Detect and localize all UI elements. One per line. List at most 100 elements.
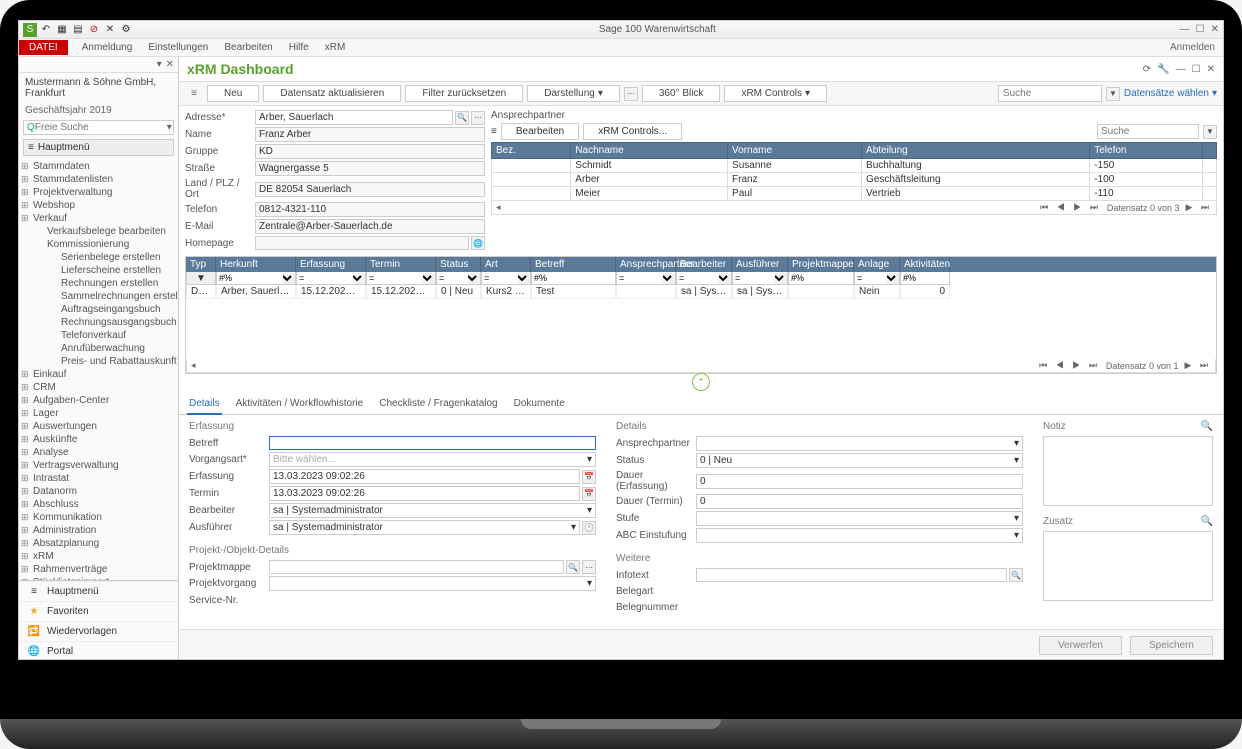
lookup-icon[interactable]: 🔍 (1009, 568, 1023, 582)
menu-hilfe[interactable]: Hilfe (281, 40, 317, 55)
tree-node[interactable]: Rahmenverträge (19, 563, 178, 576)
maximize-icon[interactable]: ☐ (1196, 24, 1205, 35)
tree-node[interactable]: Administration (19, 524, 178, 537)
tree-child[interactable]: Sammelrechnungen erstellen (19, 290, 178, 303)
stufe-select[interactable]: ▾ (696, 511, 1023, 526)
projektvorgang-select[interactable]: ▾ (269, 576, 596, 591)
status-select[interactable]: 0 | Neu▾ (696, 453, 1023, 468)
sidebar-mainmenu-header[interactable]: ≡ Hauptmenü (23, 139, 174, 156)
qat-icon-1[interactable]: ↶ (39, 23, 53, 37)
erfassung-field[interactable]: 13.03.2023 09:02:26 (269, 469, 580, 484)
tree-node[interactable]: Datanorm (19, 485, 178, 498)
filter-input[interactable] (901, 272, 949, 284)
qat-icon-6[interactable]: ⚙ (119, 23, 133, 37)
col-projektmappe[interactable]: Projektmappe (788, 257, 854, 272)
chevron-down-icon[interactable]: ▾ (167, 122, 172, 133)
pager-end-icons[interactable]: ▶ ⏭ (1185, 202, 1212, 213)
reset-filter-button[interactable]: Filter zurücksetzen (405, 85, 523, 102)
qat-icon-4[interactable]: ⊘ (87, 23, 101, 37)
tree-child[interactable]: Rechnungen erstellen (19, 277, 178, 290)
minimize-icon[interactable]: — (1180, 24, 1190, 35)
close-icon[interactable]: ✕ (1211, 24, 1219, 35)
tree-node[interactable]: Aufgaben-Center (19, 394, 178, 407)
sidebar-close-icon[interactable]: ✕ (166, 59, 174, 70)
tree-child[interactable]: Lieferscheine erstellen (19, 264, 178, 277)
infotext-field[interactable] (696, 568, 1007, 582)
tree-node[interactable]: Absatzplanung (19, 537, 178, 550)
grid-data-row[interactable]: D… Arber, Sauerlach 15.12.2022 09:23:13 … (186, 285, 1216, 299)
col-ansprechpartner[interactable]: Ansprechpartner (616, 257, 676, 272)
bearbeiter-select[interactable]: sa | Systemadministrator▾ (269, 503, 596, 518)
filter-icon[interactable]: ▼ (1106, 87, 1120, 101)
tree-node[interactable]: Intrastat (19, 472, 178, 485)
tree-node[interactable]: Analyse (19, 446, 178, 459)
minimize-panel-icon[interactable]: — (1176, 64, 1186, 75)
table-row[interactable]: ArberFranzGeschäftsleitung-100 (492, 173, 1217, 187)
col-bez[interactable]: Bez. (492, 143, 571, 159)
login-link[interactable]: Anmelden (1162, 40, 1223, 55)
tree-child[interactable]: Telefonverkauf (19, 329, 178, 342)
filter-input[interactable] (482, 272, 518, 284)
bottom-nav-favoriten[interactable]: ★Favoriten (19, 601, 178, 621)
wrench-icon[interactable]: 🔧 (1157, 64, 1169, 75)
toolbar-search-input[interactable] (1000, 87, 1100, 100)
tree-child[interactable]: Preis- und Rabattauskunft Kunde / Artike… (19, 355, 178, 368)
dauer-erf-field[interactable]: 0 (696, 474, 1023, 489)
ellipsis-button[interactable]: ⋯ (624, 87, 638, 101)
tree-node[interactable]: CRM (19, 381, 178, 394)
tree-node[interactable]: Webshop (19, 199, 178, 212)
ausfuehrer-select[interactable]: sa | Systemadministrator▾ (269, 520, 580, 535)
search-icon[interactable]: 🔍 (1201, 421, 1213, 432)
search-icon[interactable]: 🔍 (1201, 516, 1213, 527)
edit-contact-button[interactable]: Bearbeiten (501, 123, 579, 140)
bottom-nav-hauptmenu[interactable]: ≡Hauptmenü (19, 581, 178, 601)
adresse-field[interactable]: Arber, Sauerlach (255, 110, 453, 125)
refresh-icon[interactable]: ⟳ (1143, 64, 1151, 75)
zusatz-textarea[interactable] (1043, 531, 1213, 601)
col-bearbeiter[interactable]: Bearbeiter (676, 257, 732, 272)
maximize-panel-icon[interactable]: ☐ (1192, 64, 1201, 75)
filter-input[interactable] (367, 272, 423, 284)
sidebar-search[interactable]: Q ▾ (23, 120, 174, 135)
betreff-input[interactable] (269, 436, 596, 450)
hamburger-icon[interactable]: ≡ (491, 126, 497, 137)
lookup-icon[interactable]: 🔍 (566, 560, 580, 574)
menu-einstellungen[interactable]: Einstellungen (140, 40, 216, 55)
menu-xrm[interactable]: xRM (317, 40, 354, 55)
360-view-button[interactable]: 360° Blick (642, 85, 721, 102)
calendar-icon[interactable]: 📅 (582, 470, 596, 484)
filter-input[interactable] (297, 272, 353, 284)
qat-icon-5[interactable]: ✕ (103, 23, 117, 37)
filter-input[interactable] (855, 272, 887, 284)
view-dropdown[interactable]: Darstellung▾ (527, 85, 620, 102)
col-status[interactable]: Status (436, 257, 481, 272)
table-row[interactable]: SchmidtSusanneBuchhaltung-150 (492, 159, 1217, 173)
contacts-search-input[interactable] (1098, 125, 1198, 138)
tree-node[interactable]: Kommunikation (19, 511, 178, 524)
discard-button[interactable]: Verwerfen (1039, 636, 1122, 655)
file-menu[interactable]: DATEI (19, 40, 68, 55)
collapse-toggle[interactable]: ⌃ (692, 373, 710, 391)
col-typ[interactable]: Typ (186, 257, 216, 272)
dauer-term-field[interactable]: 0 (696, 494, 1023, 509)
tree-node[interactable]: Verkauf (19, 212, 178, 225)
menu-anmeldung[interactable]: Anmeldung (74, 40, 141, 55)
tab-dokumente[interactable]: Dokumente (512, 394, 567, 414)
tab-aktivitaeten[interactable]: Aktivitäten / Workflowhistorie (234, 394, 366, 414)
tree-node[interactable]: xRM (19, 550, 178, 563)
tab-checkliste[interactable]: Checkliste / Fragenkatalog (377, 394, 499, 414)
col-erfassung[interactable]: Erfassung (296, 257, 366, 272)
globe-icon[interactable]: 🌐 (471, 236, 485, 250)
col-aktivitaeten[interactable]: Aktivitäten (900, 257, 950, 272)
lookup-icon[interactable]: 🔍 (455, 111, 469, 125)
tree-child[interactable]: Kommissionierung (19, 238, 178, 251)
tree-node[interactable]: Auswertungen (19, 420, 178, 433)
menu-bearbeiten[interactable]: Bearbeiten (216, 40, 280, 55)
tree-child[interactable]: Anrufüberwachung (19, 342, 178, 355)
refresh-record-button[interactable]: Datensatz aktualisieren (263, 85, 401, 102)
col-abteilung[interactable]: Abteilung (862, 143, 1090, 159)
col-termin[interactable]: Termin (366, 257, 436, 272)
filter-input[interactable] (217, 272, 283, 284)
filter-input[interactable] (733, 272, 775, 284)
contacts-search[interactable] (1097, 124, 1199, 139)
